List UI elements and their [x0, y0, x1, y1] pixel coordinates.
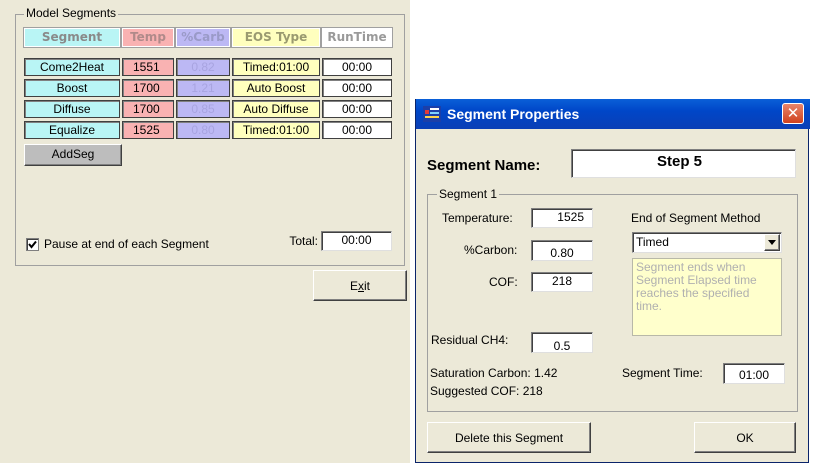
segment-name-label: Segment Name:	[427, 157, 541, 174]
dialog-titlebar[interactable]: Segment Properties ✕	[416, 99, 810, 129]
header-eos-type: EOS Type	[231, 27, 321, 48]
residual-ch4-field[interactable]: 0.5	[531, 332, 593, 353]
cell-runtime[interactable]: 00:00	[322, 100, 392, 118]
residual-ch4-label: Residual CH4:	[431, 333, 509, 347]
cell-eos-type[interactable]: Timed:01:00	[232, 58, 320, 76]
cell-carb[interactable]: 0.85	[176, 100, 230, 118]
eos-method-value: Timed	[636, 235, 669, 249]
cell-segment[interactable]: Come2Heat	[24, 58, 120, 76]
checkmark-icon	[28, 240, 37, 249]
table-row[interactable]: Equalize 1525 0.80 Timed:01:00 00:00	[24, 121, 394, 141]
suggested-cof-text: Suggested COF: 218	[430, 384, 543, 398]
cof-label: COF:	[489, 275, 518, 289]
cell-temp[interactable]: 1551	[122, 58, 174, 76]
cell-temp[interactable]: 1700	[122, 79, 174, 97]
cell-runtime[interactable]: 00:00	[322, 58, 392, 76]
main-window-panel: Model Segments Segment Temp %Carb EOS Ty…	[0, 0, 410, 463]
eos-description-note: Segment ends when Segment Elapsed time r…	[632, 258, 782, 336]
saturation-carbon-text: Saturation Carbon: 1.42	[430, 366, 558, 380]
dialog-title: Segment Properties	[447, 106, 580, 122]
cof-field[interactable]: 218	[531, 272, 593, 292]
add-segment-button[interactable]: AddSeg	[24, 144, 122, 166]
total-field[interactable]: 00:00	[321, 231, 392, 251]
segment-time-label: Segment Time:	[622, 366, 703, 380]
cell-segment[interactable]: Diffuse	[24, 100, 120, 118]
header-carb: %Carb	[175, 27, 231, 48]
table-row[interactable]: Diffuse 1700 0.85 Auto Diffuse 00:00	[24, 100, 394, 120]
cell-runtime[interactable]: 00:00	[322, 79, 392, 97]
header-runtime: RunTime	[321, 27, 393, 48]
cell-eos-type[interactable]: Timed:01:00	[232, 121, 320, 139]
header-segment: Segment	[23, 27, 121, 48]
temperature-field[interactable]: 1525	[531, 208, 593, 228]
exit-button[interactable]: Ex it	[313, 270, 407, 301]
cell-segment[interactable]: Equalize	[24, 121, 120, 139]
eos-method-select[interactable]: Timed	[632, 232, 782, 253]
cell-temp[interactable]: 1700	[122, 100, 174, 118]
segment-time-field[interactable]: 01:00	[723, 363, 785, 384]
delete-segment-button[interactable]: Delete this Segment	[427, 422, 591, 453]
temperature-label: Temperature:	[442, 211, 513, 225]
cell-eos-type[interactable]: Auto Boost	[232, 79, 320, 97]
segment-name-input[interactable]: Step 5	[571, 149, 796, 178]
cell-carb[interactable]: 0.80	[176, 121, 230, 139]
cell-carb[interactable]: 0.82	[176, 58, 230, 76]
segment-properties-dialog: Segment Properties ✕ Segment Name: Step …	[415, 99, 810, 463]
segment-group-label: Segment 1	[437, 187, 500, 201]
carbon-label: %Carbon:	[464, 243, 518, 257]
carbon-field[interactable]: 0.80	[531, 240, 593, 261]
cell-carb[interactable]: 1.21	[176, 79, 230, 97]
model-segments-label: Model Segments	[24, 6, 119, 20]
ok-button[interactable]: OK	[694, 422, 796, 453]
eos-method-label: End of Segment Method	[631, 211, 761, 225]
header-temp: Temp	[121, 27, 175, 48]
pause-label: Pause at end of each Segment	[44, 237, 209, 251]
cell-segment[interactable]: Boost	[24, 79, 120, 97]
chevron-down-icon[interactable]	[764, 234, 780, 251]
total-label: Total:	[289, 234, 318, 248]
table-row[interactable]: Boost 1700 1.21 Auto Boost 00:00	[24, 79, 394, 99]
cell-temp[interactable]: 1525	[122, 121, 174, 139]
cell-eos-type[interactable]: Auto Diffuse	[232, 100, 320, 118]
cell-runtime[interactable]: 00:00	[322, 121, 392, 139]
app-icon	[423, 106, 441, 122]
close-icon[interactable]: ✕	[782, 103, 804, 124]
pause-checkbox[interactable]	[26, 238, 39, 251]
table-row[interactable]: Come2Heat 1551 0.82 Timed:01:00 00:00	[24, 58, 394, 78]
segments-table: Come2Heat 1551 0.82 Timed:01:00 00:00 Bo…	[24, 58, 394, 142]
